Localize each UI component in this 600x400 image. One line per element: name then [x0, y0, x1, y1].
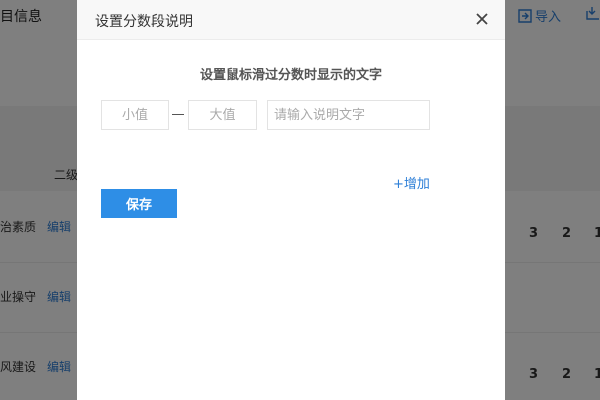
add-range-link[interactable]: +增加 [393, 173, 430, 192]
score-range-dialog: 设置分数段说明 设置鼠标滑过分数时显示的文字 +增加 保存 [77, 0, 505, 400]
range-dash [172, 114, 184, 115]
max-value-input[interactable] [188, 100, 257, 130]
save-button[interactable]: 保存 [101, 189, 177, 218]
dialog-subtitle: 设置鼠标滑过分数时显示的文字 [199, 68, 382, 83]
dialog-header: 设置分数段说明 [77, 0, 505, 40]
close-icon[interactable] [473, 10, 491, 28]
description-input[interactable] [267, 100, 430, 130]
dialog-title: 设置分数段说明 [95, 14, 193, 30]
min-value-input[interactable] [101, 100, 169, 130]
